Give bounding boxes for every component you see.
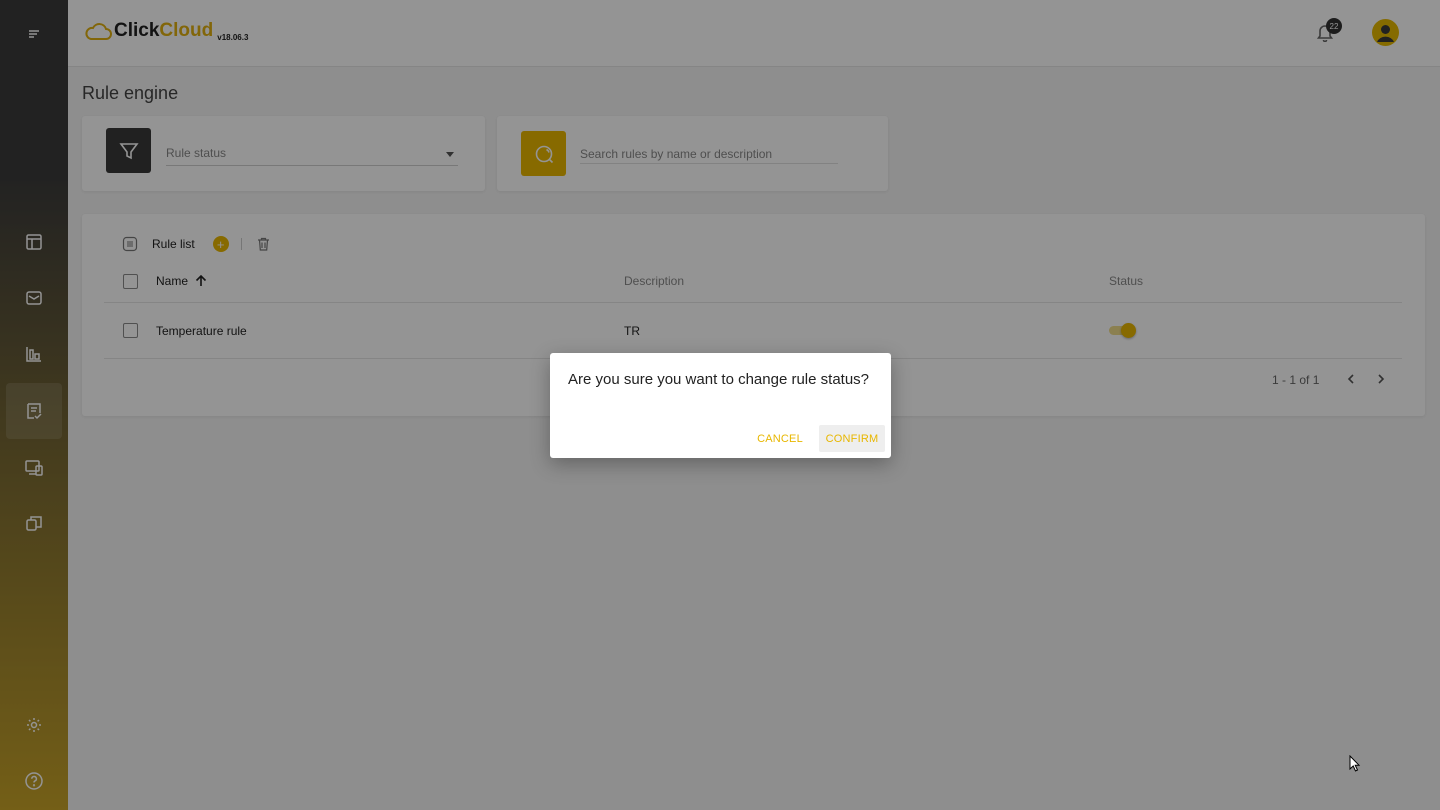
confirm-dialog: Are you sure you want to change rule sta… xyxy=(550,353,891,458)
dialog-message: Are you sure you want to change rule sta… xyxy=(568,371,870,388)
cancel-button[interactable]: CANCEL xyxy=(750,425,810,452)
confirm-button[interactable]: CONFIRM xyxy=(819,425,885,452)
mouse-cursor-icon xyxy=(1349,755,1361,772)
